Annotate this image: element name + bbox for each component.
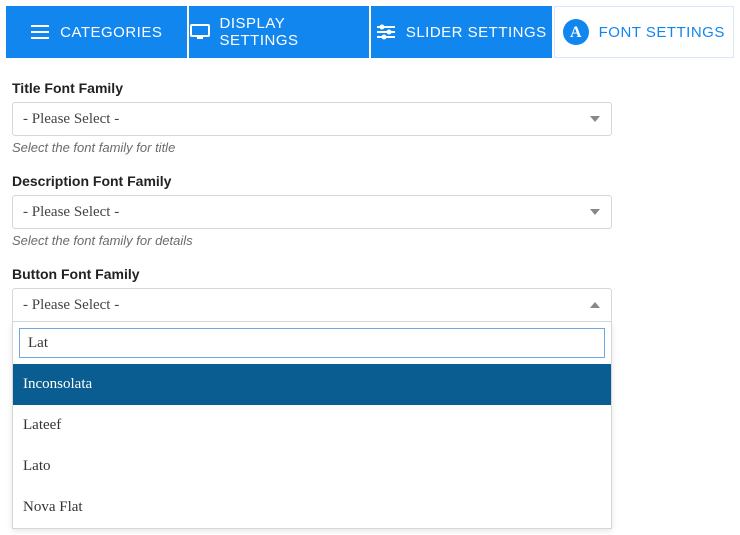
svg-text:A: A: [570, 24, 582, 41]
field-title-font: Title Font Family - Please Select - Sele…: [12, 80, 728, 155]
select-value: - Please Select -: [23, 204, 119, 221]
list-icon: [30, 22, 50, 42]
tabs-bar: CATEGORIES DISPLAY SETTINGS SLIDER SETTI…: [6, 6, 734, 58]
dropdown-option[interactable]: Lato: [13, 446, 611, 487]
field-help: Select the font family for details: [12, 233, 728, 248]
title-font-select[interactable]: - Please Select -: [12, 102, 612, 136]
tab-font-settings[interactable]: A FONT SETTINGS: [554, 6, 735, 58]
select-value: - Please Select -: [23, 111, 119, 128]
tab-categories[interactable]: CATEGORIES: [6, 6, 187, 58]
field-help: Select the font family for title: [12, 140, 728, 155]
monitor-icon: [190, 22, 210, 42]
dropdown-search-input[interactable]: [19, 328, 605, 358]
dropdown-option[interactable]: Inconsolata: [13, 364, 611, 405]
chevron-down-icon: [587, 204, 603, 220]
tab-label: SLIDER SETTINGS: [406, 24, 547, 41]
field-label: Description Font Family: [12, 173, 728, 189]
dropdown-search-wrap: [13, 322, 611, 364]
chevron-up-icon: [587, 297, 603, 313]
field-label: Button Font Family: [12, 266, 728, 282]
font-icon: A: [563, 19, 589, 45]
tab-label: DISPLAY SETTINGS: [220, 15, 369, 49]
button-font-dropdown: Inconsolata Lateef Lato Nova Flat: [12, 322, 612, 529]
button-font-select[interactable]: - Please Select -: [12, 288, 612, 322]
tab-label: FONT SETTINGS: [599, 24, 725, 41]
tab-display-settings[interactable]: DISPLAY SETTINGS: [189, 6, 370, 58]
dropdown-option[interactable]: Lateef: [13, 405, 611, 446]
description-font-select[interactable]: - Please Select -: [12, 195, 612, 229]
tab-content: Title Font Family - Please Select - Sele…: [6, 58, 734, 529]
tab-slider-settings[interactable]: SLIDER SETTINGS: [371, 6, 552, 58]
field-label: Title Font Family: [12, 80, 728, 96]
dropdown-option[interactable]: Nova Flat: [13, 487, 611, 528]
sliders-icon: [376, 22, 396, 42]
tab-label: CATEGORIES: [60, 24, 162, 41]
chevron-down-icon: [587, 111, 603, 127]
select-value: - Please Select -: [23, 297, 119, 314]
field-description-font: Description Font Family - Please Select …: [12, 173, 728, 248]
field-button-font: Button Font Family - Please Select - Inc…: [12, 266, 728, 529]
